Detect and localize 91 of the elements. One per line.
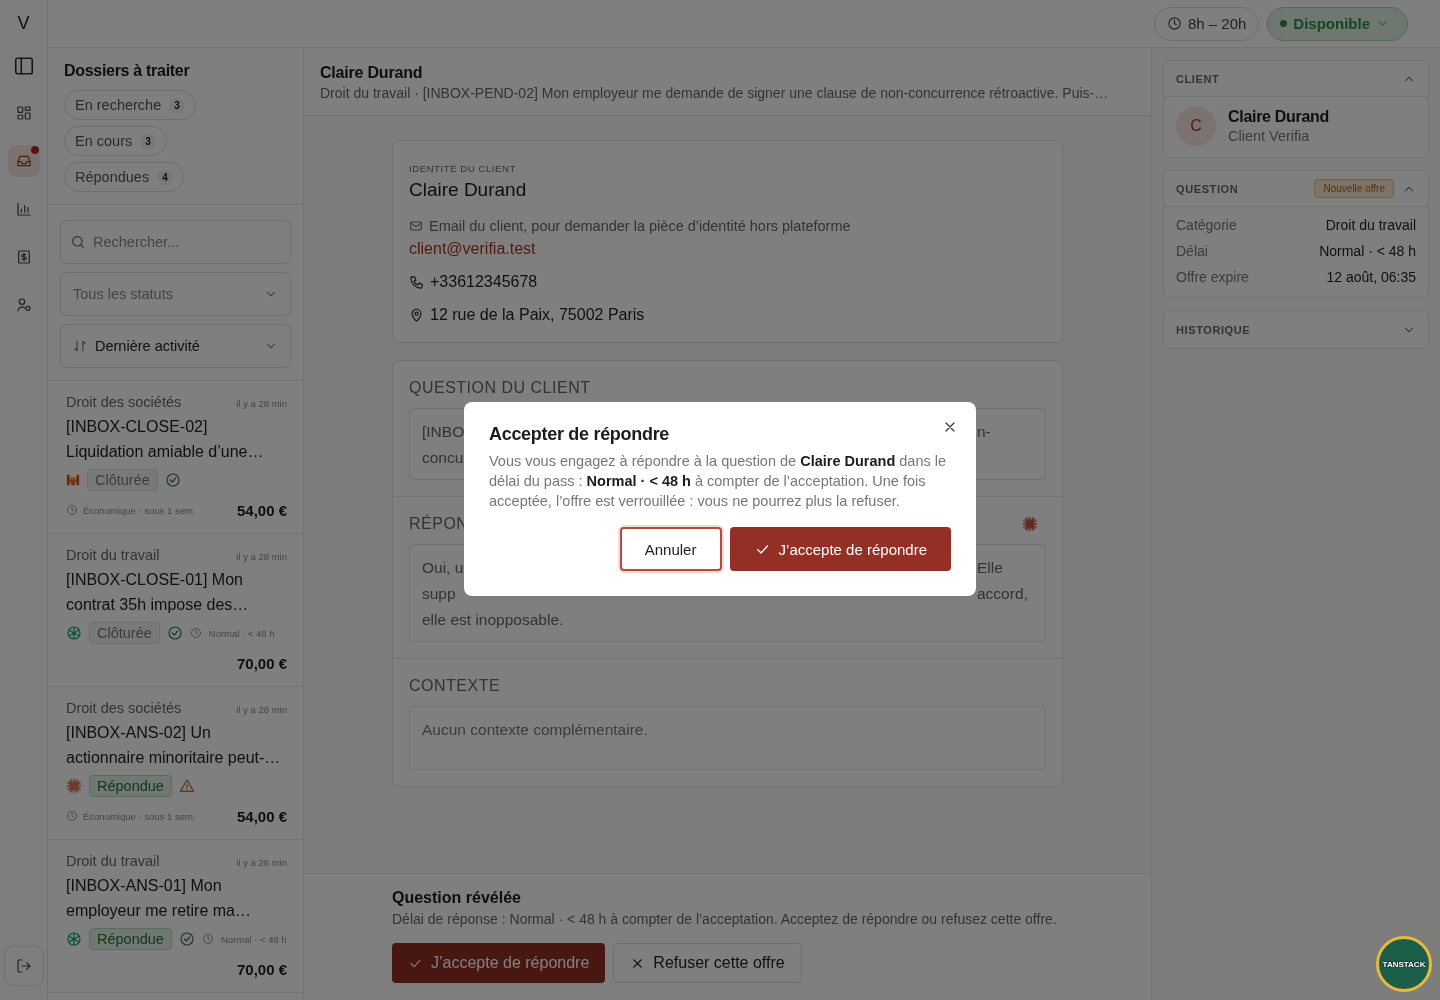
section-label: IDENTITÉ DU CLIENT — [409, 163, 517, 174]
case-subtitle: Droit du travail · [INBOX-PEND-02] Mon employeur me demande de signer une clause de non-concurrence rétroactive. Puis-… — [320, 85, 1110, 101]
case-price: 54,00 € — [236, 501, 287, 519]
grid-icon — [15, 105, 32, 121]
offer-badge: Nouvelle offre — [1314, 179, 1394, 198]
provider-logo-icon — [66, 931, 82, 947]
context-box: Aucun contexte complémentaire. — [409, 706, 1046, 770]
status-badge: Répondue — [89, 928, 172, 950]
detail-label: Délai — [1176, 242, 1208, 261]
sidebar-toggle-icon[interactable] — [12, 55, 35, 77]
notification-dot — [30, 146, 39, 154]
case-category: Droit des sociétés — [66, 394, 182, 410]
search-icon — [70, 234, 86, 250]
clock-icon — [189, 627, 202, 639]
status-badge: Clôturée — [87, 469, 158, 491]
client-name: Claire Durand — [409, 179, 528, 201]
cancel-button[interactable]: Annuler — [619, 527, 722, 571]
logout-icon — [15, 958, 32, 974]
bar-chart-icon — [15, 201, 32, 217]
provider-logo-icon — [66, 473, 80, 487]
status-dot — [1280, 20, 1288, 27]
dialog-text: Vous vous engagez à répondre à la question de Claire Durand dans le délai du pass : Normal · < 48 h à compter de l’acceptation. Une fois acceptée, l’offre est verrouillée : vous ne pourrez plus la refuser. — [489, 452, 948, 511]
search-field[interactable]: Rechercher... — [60, 220, 291, 264]
inbox-icon — [15, 153, 32, 169]
clock-icon — [1166, 16, 1182, 31]
refuse-button[interactable]: Refuser cette offre — [613, 943, 802, 983]
status-badge: Clôturée — [89, 622, 160, 644]
status-badge: Répondue — [89, 775, 172, 797]
mail-icon — [409, 219, 423, 233]
check-circle-icon — [166, 625, 183, 641]
status-select[interactable]: Tous les statuts — [60, 272, 291, 316]
confirm-button[interactable]: J’accepte de répondre — [729, 527, 951, 571]
case-title: [INBOX-ANS-02] Un actionnaire minoritaire peut-… — [66, 723, 282, 768]
panel-heading: QUESTION — [1176, 182, 1239, 195]
provider-logo-icon — [66, 778, 82, 794]
avatar: C — [1176, 106, 1216, 146]
text-fragment: supp — [422, 584, 456, 604]
footer-title: Question révélée — [392, 889, 522, 907]
panel-header[interactable]: HISTORIQUE — [1164, 311, 1428, 348]
text-fragment: [INBO — [422, 422, 465, 442]
clock-icon — [66, 810, 78, 822]
detail-value: Droit du travail — [1325, 216, 1416, 235]
users-icon — [15, 297, 32, 313]
accept-button[interactable]: J’accepte de répondre — [392, 943, 606, 983]
location-pin-icon — [409, 307, 424, 323]
text-fragment: n- — [977, 422, 991, 442]
case-category: Droit du travail — [66, 853, 160, 869]
dialog-title: Accepter de répondre — [489, 424, 671, 445]
case-price: 70,00 € — [236, 960, 287, 978]
case-heading: Claire Durand — [320, 64, 424, 82]
text-fragment: Oui, u — [422, 558, 464, 578]
provider-logo-icon — [66, 625, 82, 641]
asterisk-icon — [1022, 516, 1038, 532]
section-heading: QUESTION DU CLIENT — [409, 378, 592, 398]
email-link[interactable]: client@verifia.test — [409, 240, 536, 258]
logout-button[interactable] — [3, 946, 44, 986]
case-price: 54,00 € — [236, 807, 287, 825]
case-title: [INBOX-ANS-01] Mon employeur me retire ma… — [66, 876, 252, 921]
text-fragment: Elle — [977, 558, 1003, 578]
case-title: [INBOX-CLOSE-01] Mon contrat 35h impose des… — [66, 570, 250, 615]
detail-label: Offre expire — [1176, 268, 1249, 287]
app-logo[interactable]: V — [17, 12, 30, 34]
list-title: Dossiers à traiter — [64, 62, 190, 80]
warning-icon — [178, 778, 195, 794]
panel-header[interactable]: CLIENT — [1164, 61, 1428, 97]
phone-number: +33612345678 — [430, 273, 538, 291]
case-title: [INBOX-CLOSE-02] Liquidation amiable d’une… — [66, 417, 265, 462]
text-fragment: concu — [422, 448, 464, 468]
clock-icon — [66, 504, 78, 516]
receipt-icon — [15, 249, 32, 265]
client-subtitle: Client Verifia — [1228, 128, 1311, 144]
case-price: 70,00 € — [236, 654, 287, 672]
sort-select[interactable]: Dernière activité — [60, 324, 291, 368]
check-circle-icon — [164, 472, 181, 488]
address: 12 rue de la Paix, 75002 Paris — [430, 306, 645, 324]
footer-text: Délai de réponse : Normal · < 48 h à compter de l’acceptation. Acceptez de répondre ou refusez cette offre. — [392, 911, 1058, 927]
clock-icon — [201, 933, 214, 945]
text-fragment: accord, — [977, 584, 1028, 604]
case-category: Droit des sociétés — [66, 700, 182, 716]
section-heading: CONTEXTE — [409, 676, 502, 696]
check-circle-icon — [178, 931, 195, 947]
detail-label: Catégorie — [1176, 216, 1237, 235]
detail-value: Normal · < 48 h — [1319, 242, 1416, 261]
phone-icon — [409, 274, 424, 290]
sort-icon — [73, 339, 87, 353]
email-note: Email du client, pour demander la pièce d’identité hors plateforme — [429, 218, 851, 234]
case-category: Droit du travail — [66, 547, 160, 563]
nav-item[interactable] — [7, 145, 40, 177]
client-name: Claire Durand — [1228, 108, 1329, 126]
detail-value: 12 août, 06:35 — [1326, 268, 1416, 287]
text-line: elle est inopposable. — [422, 610, 565, 630]
